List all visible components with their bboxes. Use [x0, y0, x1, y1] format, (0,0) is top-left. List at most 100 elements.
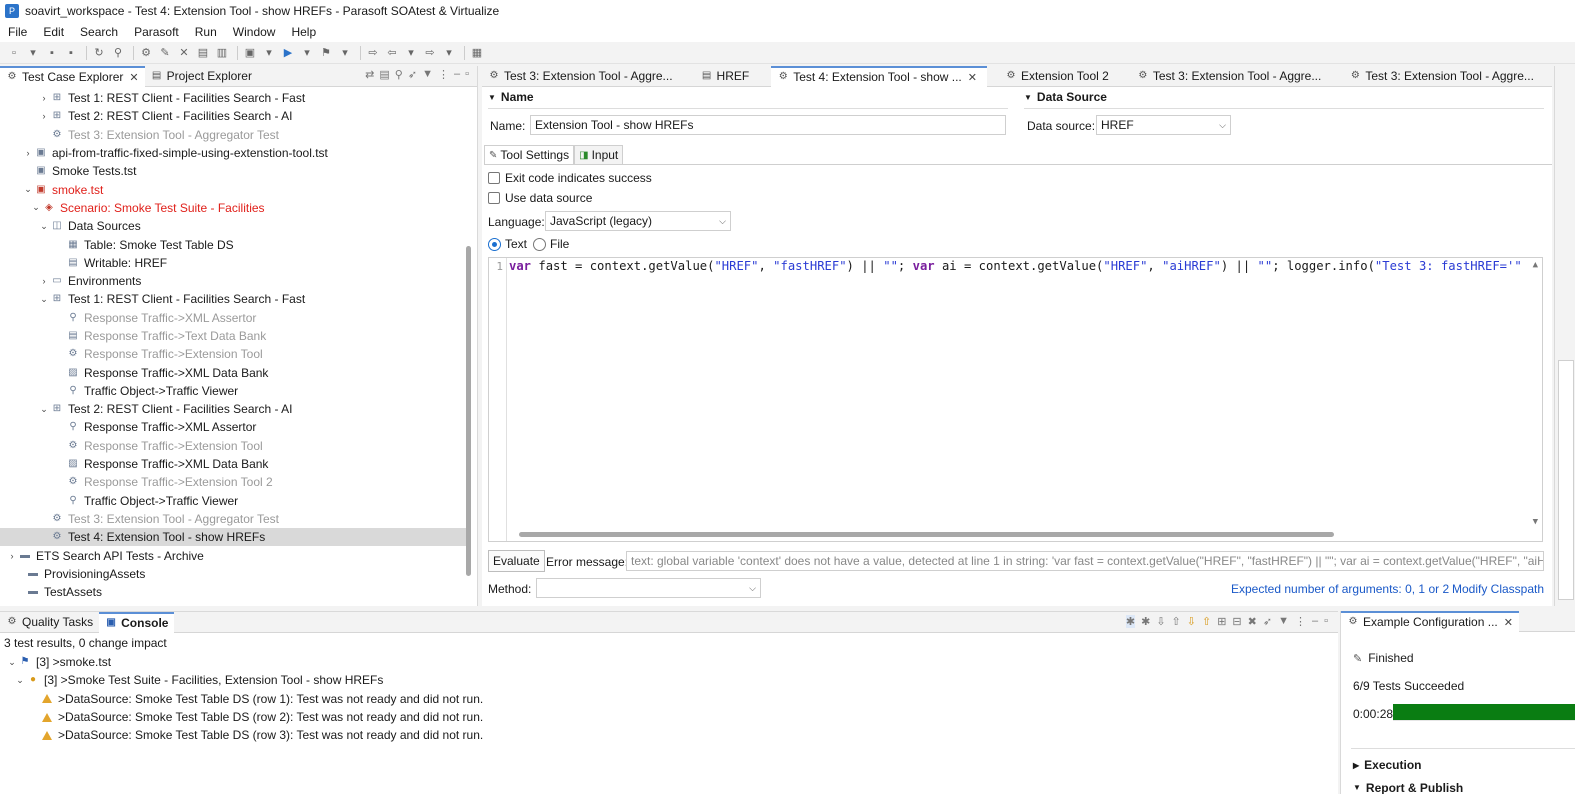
tree-item[interactable]: › ▣ api-from-traffic-fixed-simple-using-ex… — [0, 144, 466, 162]
tree-item[interactable]: ⚙ Response Traffic->Extension Tool — [0, 345, 466, 363]
tree-item[interactable]: ⌄ ⊞ Test 1: REST Client - Facilities Searc… — [0, 290, 466, 308]
data-source-section-header[interactable]: ▼ Data Source — [1024, 90, 1107, 104]
collapse-icon[interactable]: ▤ — [379, 68, 389, 81]
expand-all-icon[interactable]: ⊞ — [1217, 615, 1226, 628]
menu-window[interactable]: Window — [225, 25, 284, 39]
menu-search[interactable]: Search — [72, 25, 126, 39]
result-item[interactable]: ⌄ ⚑ [3] >smoke.tst — [0, 653, 1338, 671]
tree-item[interactable]: ⚲ Traffic Object->Traffic Viewer — [0, 382, 466, 400]
chevron-down-icon[interactable]: ⌄ — [30, 202, 42, 213]
menu-parasoft[interactable]: Parasoft — [126, 25, 187, 39]
radio-text[interactable]: Text — [488, 237, 527, 251]
collapse-all-icon[interactable]: ⊟ — [1232, 615, 1241, 628]
side-panel-edge[interactable] — [1558, 360, 1574, 600]
radio-file[interactable]: File — [533, 237, 569, 251]
dropdown-icon[interactable]: ▾ — [337, 45, 353, 61]
tree-item[interactable]: ⌄ ▣ smoke.tst — [0, 180, 466, 198]
refresh-icon[interactable]: ↻ — [91, 45, 107, 61]
menu-edit[interactable]: Edit — [35, 25, 72, 39]
maximize-icon[interactable]: ▫ — [465, 68, 469, 81]
debug-icon[interactable]: ✱ — [1141, 615, 1150, 628]
prev-icon[interactable]: ⇧ — [1202, 615, 1211, 628]
checkbox-box[interactable] — [488, 192, 500, 204]
code-line[interactable]: var fast = context.getValue("HREF", "fas… — [509, 259, 1527, 273]
link-editor-icon[interactable]: ⚲ — [395, 68, 403, 81]
chevron-down-icon[interactable]: ⌄ — [6, 657, 18, 668]
close-icon[interactable]: ✕ — [968, 71, 977, 84]
tree-item[interactable]: ▤ Response Traffic->Text Data Bank — [0, 327, 466, 345]
close-icon[interactable]: ✕ — [1504, 616, 1513, 629]
minimize-icon[interactable]: – — [454, 68, 460, 81]
tab-project-explorer[interactable]: ▤ Project Explorer — [145, 66, 258, 87]
monitor-icon[interactable]: ▣ — [242, 45, 258, 61]
language-select[interactable]: JavaScript (legacy) ⌵ — [545, 211, 731, 231]
script-editor[interactable]: 1 var fast = context.getValue("HREF", "f… — [488, 257, 1543, 542]
chevron-down-icon[interactable]: ⌄ — [22, 184, 34, 195]
expected-arguments-link[interactable]: Expected number of arguments: 0, 1 or 2 — [1231, 582, 1449, 596]
chevron-right-icon[interactable]: › — [22, 148, 34, 158]
chevron-right-icon[interactable]: › — [38, 93, 50, 103]
tree-item[interactable]: ⚲ Response Traffic->XML Assertor — [0, 418, 466, 436]
dropdown-icon[interactable]: ▾ — [441, 45, 457, 61]
name-section-header[interactable]: ▼ Name — [488, 90, 534, 104]
tree-item[interactable]: ⚙ Test 3: Extension Tool - Aggregator Tes… — [0, 510, 466, 528]
link-icon[interactable]: ⚲ — [110, 45, 126, 61]
tree-item[interactable]: ⌄ ◫ Data Sources — [0, 217, 466, 235]
chevron-down-icon[interactable]: ⌄ — [38, 294, 50, 305]
tree-item[interactable]: ▬ ProvisioningAssets — [0, 565, 466, 583]
dropdown-icon[interactable]: ▾ — [403, 45, 419, 61]
minimize-icon[interactable]: – — [1312, 615, 1318, 628]
tab-tool-settings[interactable]: ✎ Tool Settings — [484, 145, 575, 164]
rocket-icon[interactable]: ➶ — [1263, 615, 1272, 628]
dropdown-icon[interactable]: ▾ — [261, 45, 277, 61]
result-item[interactable]: >DataSource: Smoke Test Table DS (row 2)… — [0, 708, 1338, 726]
tree-item[interactable]: › ▭ Environments — [0, 272, 466, 290]
result-item[interactable]: >DataSource: Smoke Test Table DS (row 3)… — [0, 726, 1338, 744]
editor-tab[interactable]: ⚙ Test 3: Extension Tool - Aggre... — [482, 66, 683, 87]
radio-dot[interactable] — [488, 237, 501, 251]
down-arrow-icon[interactable]: ⇩ — [1156, 615, 1165, 628]
editor-tab[interactable]: ▤ HREF — [695, 66, 760, 87]
editor-tab[interactable]: ⚙ Extension Tool 2 — [999, 66, 1119, 87]
error-message-field[interactable]: text: global variable 'context' does not… — [626, 551, 1544, 571]
wrench-icon[interactable]: ✕ — [176, 45, 192, 61]
filter-icon[interactable]: ▼ — [1278, 615, 1289, 628]
sync-icon[interactable]: ⇄ — [365, 68, 374, 81]
editor-tab[interactable]: ⚙ Test 3: Extension Tool - Aggre... — [1343, 66, 1544, 87]
debug-icon[interactable]: ⚑ — [318, 45, 334, 61]
view-menu-icon[interactable]: ⋮ — [1295, 615, 1306, 628]
tab-quality-tasks[interactable]: ⚙ Quality Tasks — [0, 612, 99, 633]
scroll-up-icon[interactable]: ▲ — [1533, 260, 1538, 270]
next-annotation-icon[interactable]: ⇨ — [365, 45, 381, 61]
tree-scrollbar[interactable] — [466, 246, 471, 576]
name-field[interactable]: Extension Tool - show HREFs — [530, 115, 1006, 135]
tree-item[interactable]: › ⊞ Test 2: REST Client - Facilities Searc… — [0, 107, 466, 125]
back-icon[interactable]: ⇦ — [384, 45, 400, 61]
radio-dot[interactable] — [533, 237, 547, 251]
open-perspective-icon[interactable]: ▦ — [469, 45, 485, 61]
tree-item[interactable]: ▨ Response Traffic->XML Data Bank — [0, 363, 466, 381]
maximize-icon[interactable]: ▫ — [1324, 615, 1328, 628]
remove-icon[interactable]: ✖ — [1248, 615, 1257, 628]
tree-item[interactable]: ▦ Table: Smoke Test Table DS — [0, 235, 466, 253]
menu-help[interactable]: Help — [283, 25, 324, 39]
rocket-icon[interactable]: ➶ — [408, 68, 417, 81]
run-icon[interactable]: ▶ — [280, 45, 296, 61]
editor-tab[interactable]: ⚙ Test 3: Extension Tool - Aggre... — [1131, 66, 1332, 87]
data-source-select[interactable]: HREF ⌵ — [1096, 115, 1231, 135]
execution-section[interactable]: ▶ Execution — [1353, 758, 1422, 772]
method-select[interactable]: ⌵ — [536, 578, 761, 598]
code-hscrollbar[interactable] — [519, 532, 1334, 537]
tree-item[interactable]: ⚙ Response Traffic->Extension Tool 2 — [0, 473, 466, 491]
tree-item[interactable]: ⚙ Test 3: Extension Tool - Aggregator Tes… — [0, 126, 466, 144]
tab-console[interactable]: ▣ Console — [99, 611, 175, 633]
evaluate-button[interactable]: Evaluate — [488, 550, 545, 572]
exit-code-checkbox[interactable]: Exit code indicates success — [488, 171, 652, 185]
tree-item[interactable]: ⚲ Traffic Object->Traffic Viewer — [0, 492, 466, 510]
view-menu-icon[interactable]: ⋮ — [438, 68, 449, 81]
settings-icon[interactable]: ▤ — [195, 45, 211, 61]
tree-item[interactable]: ⚙ Test 4: Extension Tool - show HREFs — [0, 528, 466, 547]
result-item[interactable]: >DataSource: Smoke Test Table DS (row 1)… — [0, 690, 1338, 708]
tab-test-case-explorer[interactable]: ⚙ Test Case Explorer ✕ — [0, 65, 145, 87]
config-icon[interactable]: ▥ — [214, 45, 230, 61]
